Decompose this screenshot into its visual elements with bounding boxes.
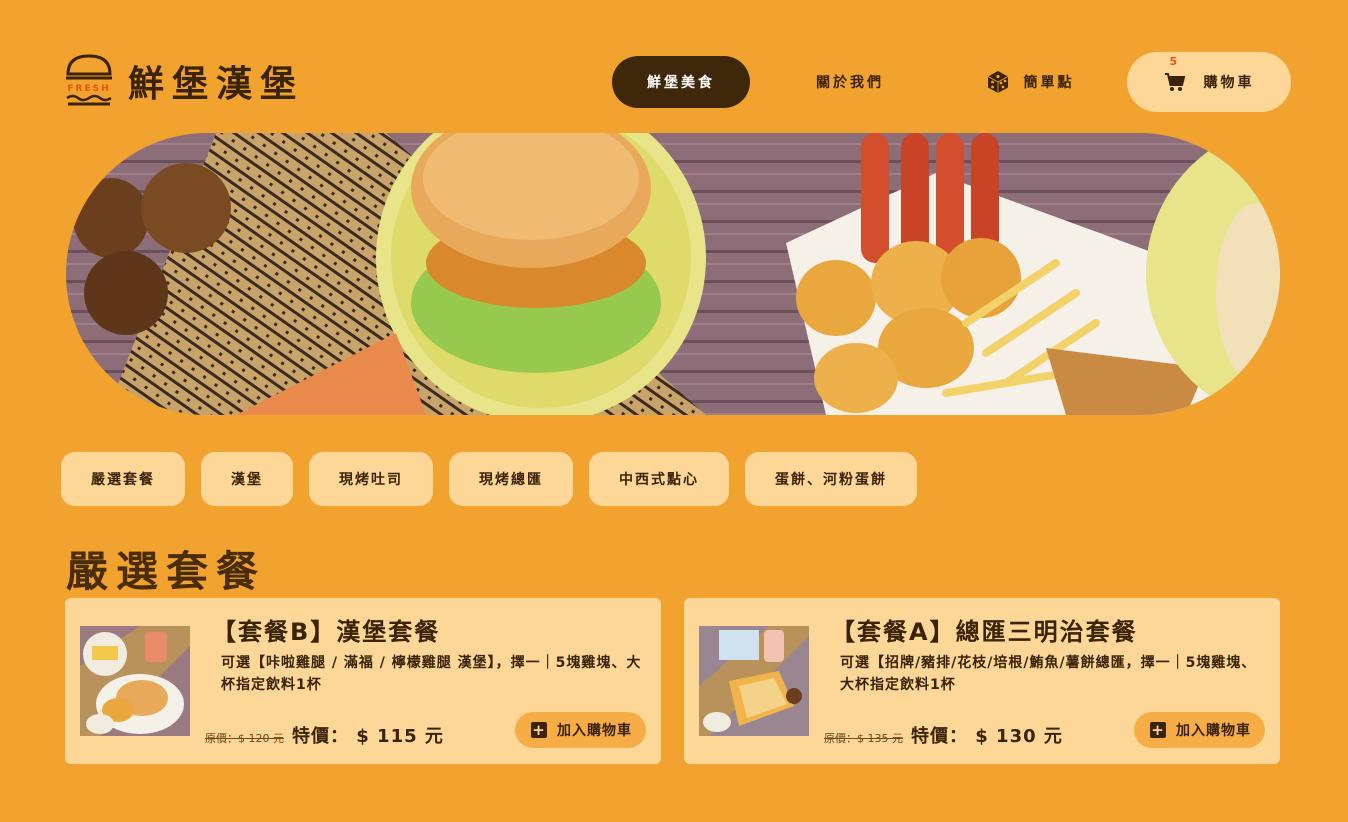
- hero-banner: [66, 133, 1280, 415]
- original-price: 原價：$ 120 元: [205, 732, 284, 745]
- nav-item-about[interactable]: 關於我們: [780, 56, 920, 108]
- product-price: 原價：$ 120 元 特價： $ 115 元: [205, 722, 444, 748]
- cart-icon: [1164, 73, 1185, 91]
- tab-snacks[interactable]: 中西式點心: [589, 452, 729, 506]
- original-price: 原價：$ 135 元: [824, 732, 903, 745]
- banner-food-image: [66, 133, 1280, 415]
- brand-logo[interactable]: FRESH 鮮堡漢堡: [64, 52, 304, 110]
- special-price: 特價： $ 130 元: [911, 726, 1063, 747]
- nav-item-food[interactable]: 鮮堡美食: [612, 56, 750, 108]
- product-description: 可選【招牌/豬排/花枝/培根/鮪魚/薯餅總匯，擇一｜5塊雞塊、大杯指定飲料1杯: [840, 655, 1257, 693]
- brand-name: 鮮堡漢堡: [128, 64, 305, 105]
- category-tabs: 嚴選套餐 漢堡 現烤吐司 現烤總匯 中西式點心 蛋餅、河粉蛋餅: [61, 452, 917, 506]
- burger-logo-icon: FRESH: [66, 54, 112, 106]
- nav-item-quick-order[interactable]: 簡單點: [960, 56, 1100, 108]
- product-description: 可選【咔啦雞腿 / 滿福 / 檸檬雞腿 漢堡】，擇一｜5塊雞塊、大杯指定飲料1杯: [221, 655, 642, 693]
- nav-item-label: 鮮堡美食: [647, 75, 715, 91]
- product-card[interactable]: 【套餐B】漢堡套餐 可選【咔啦雞腿 / 滿福 / 檸檬雞腿 漢堡】，擇一｜5塊雞…: [65, 598, 661, 764]
- nav-item-label: 簡單點: [1023, 75, 1075, 91]
- tab-toast[interactable]: 現烤吐司: [309, 452, 433, 506]
- product-title: 【套餐A】總匯三明治套餐: [831, 618, 1138, 646]
- logo-word: FRESH: [67, 84, 110, 94]
- cart-label: 購物車: [1203, 75, 1255, 91]
- product-title: 【套餐B】漢堡套餐: [212, 618, 441, 646]
- dice-icon: [987, 71, 1008, 93]
- tab-selected-set-meals[interactable]: 嚴選套餐: [61, 452, 185, 506]
- product-image: [80, 626, 190, 736]
- tab-egg-pancakes[interactable]: 蛋餅、河粉蛋餅: [745, 452, 917, 506]
- add-to-cart-label: 加入購物車: [557, 723, 632, 739]
- product-card[interactable]: 【套餐A】總匯三明治套餐 可選【招牌/豬排/花枝/培根/鮪魚/薯餅總匯，擇一｜5…: [684, 598, 1280, 764]
- add-to-cart-label: 加入購物車: [1176, 723, 1251, 739]
- nav-item-label: 關於我們: [816, 75, 884, 91]
- section-title: 嚴選套餐: [66, 547, 267, 596]
- tab-club-sandwich[interactable]: 現烤總匯: [449, 452, 573, 506]
- add-to-cart-button[interactable]: + 加入購物車: [515, 712, 646, 748]
- product-image: [699, 626, 809, 736]
- plus-icon: +: [531, 721, 547, 739]
- cart-count-badge: 5: [1169, 55, 1178, 68]
- cart-button[interactable]: 5 購物車: [1127, 52, 1291, 112]
- special-price: 特價： $ 115 元: [292, 726, 444, 747]
- plus-icon: +: [1150, 721, 1166, 739]
- product-price: 原價：$ 135 元 特價： $ 130 元: [824, 722, 1063, 748]
- tab-burgers[interactable]: 漢堡: [201, 452, 293, 506]
- add-to-cart-button[interactable]: + 加入購物車: [1134, 712, 1265, 748]
